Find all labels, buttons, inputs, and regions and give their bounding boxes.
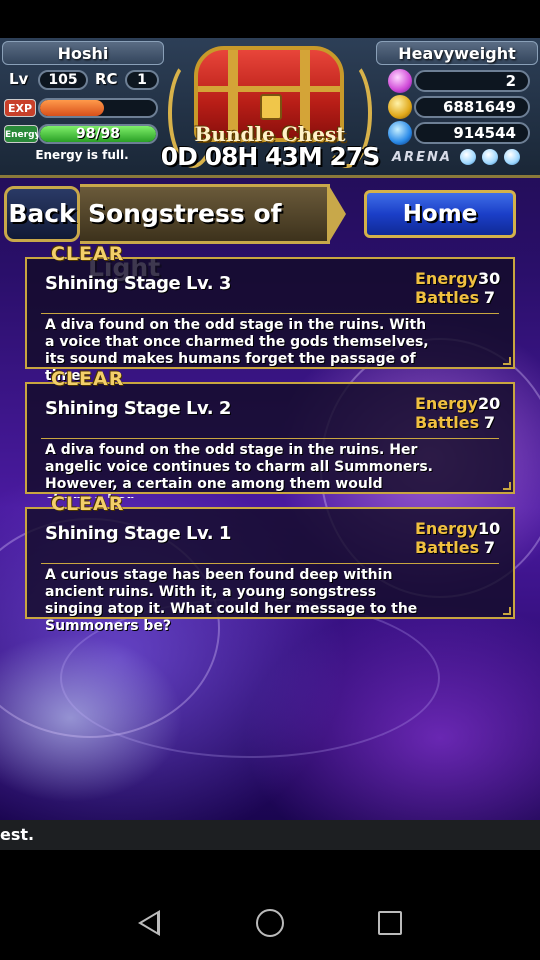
stage-description: A diva found on the odd stage in the rui… (45, 442, 433, 498)
level-value: 105 (38, 70, 88, 90)
stage-name: Shining Stage Lv. 2 (45, 398, 231, 419)
battles-count: 7 (483, 538, 495, 557)
stage-description: A curious stage has been found deep with… (45, 567, 418, 634)
ticker-text: est. (0, 825, 35, 844)
news-ticker: est. (0, 820, 540, 850)
gem-icon (388, 69, 412, 93)
energy-tag: Energy (4, 125, 40, 143)
stage-name: Shining Stage Lv. 3 (45, 273, 231, 294)
battles-label: Battles (415, 538, 480, 557)
title-arrow (328, 184, 346, 244)
rc-number: 1 (137, 72, 147, 88)
karma-orb-icon (388, 121, 412, 145)
energy-label: Energy (415, 394, 478, 413)
exp-bar-fill (40, 100, 104, 116)
energy-cost: 30 (477, 269, 501, 288)
energy-label: Energy (415, 519, 478, 538)
arena-orb-icon (504, 149, 520, 165)
exp-tag: EXP (4, 99, 36, 117)
energy-value: 98/98 (75, 126, 121, 142)
battles-count: 7 (483, 413, 495, 432)
energy-bar: 98/98 (38, 124, 158, 144)
rc-label: RC (95, 70, 118, 88)
level-label: Lv (9, 70, 29, 88)
bundle-chest-button[interactable]: Bundle Chest 0D 08H 43M 27S (160, 38, 380, 178)
zel-count: 6881649 (414, 96, 530, 118)
clear-badge: CLEAR (51, 493, 125, 515)
gem-count: 2 (414, 70, 530, 92)
battles-count: 7 (483, 288, 495, 307)
android-nav-bar (0, 850, 540, 960)
level-number: 105 (48, 72, 78, 88)
energy-cost: 10 (477, 519, 501, 538)
stage-card-lv1[interactable]: CLEAR Shining Stage Lv. 1 Energy 10 Battl… (25, 493, 515, 634)
arena-orb-icon (460, 149, 476, 165)
page-title: Songstress of Light (80, 184, 330, 282)
player-name: Hoshi (2, 41, 164, 65)
stage-stats: Energy 30 Battles 7 (415, 269, 500, 307)
clear-badge: CLEAR (51, 243, 125, 265)
game-screen: Hoshi Heavyweight Lv 105 RC 1 EXP Energy… (0, 38, 540, 820)
stage-card-lv2[interactable]: CLEAR Shining Stage Lv. 2 Energy 20 Battl… (25, 368, 515, 498)
stage-card-lv3[interactable]: CLEAR Shining Stage Lv. 3 Energy 30 Battl… (25, 243, 515, 384)
stage-name: Shining Stage Lv. 1 (45, 523, 231, 544)
energy-label: Energy (415, 269, 478, 288)
rc-value: 1 (125, 70, 159, 90)
zel-coin-icon (388, 95, 412, 119)
battles-label: Battles (415, 413, 480, 432)
karma-count: 914544 (414, 122, 530, 144)
exp-bar (38, 98, 158, 118)
chest-timer: 0D 08H 43M 27S (160, 142, 380, 171)
player-title: Heavyweight (376, 41, 538, 65)
arena-label: ARENA (392, 150, 452, 165)
lock-icon (260, 94, 282, 120)
home-button[interactable]: Home (364, 190, 516, 238)
back-button[interactable]: Back (4, 186, 80, 242)
nav-recents-icon[interactable] (378, 911, 402, 935)
clear-badge: CLEAR (51, 368, 125, 390)
status-bar (0, 0, 540, 38)
energy-status: Energy is full. (35, 148, 129, 162)
stage-stats: Energy 10 Battles 7 (415, 519, 500, 557)
energy-cost: 20 (477, 394, 501, 413)
arena-orb-icon (482, 149, 498, 165)
battles-label: Battles (415, 288, 480, 307)
stage-stats: Energy 20 Battles 7 (415, 394, 500, 432)
nav-home-icon[interactable] (256, 909, 284, 937)
